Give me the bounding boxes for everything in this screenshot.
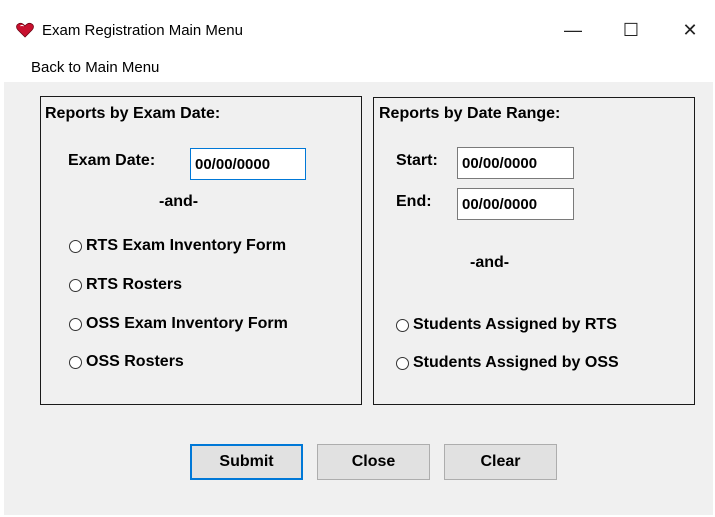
radio-circle-icon bbox=[69, 278, 82, 292]
close-window-button[interactable]: ✕ bbox=[667, 14, 713, 46]
radio-label: OSS Exam Inventory Form bbox=[86, 315, 288, 332]
exam-date-input[interactable] bbox=[190, 148, 306, 180]
heart-app-icon bbox=[16, 22, 34, 38]
radio-circle-icon bbox=[69, 239, 82, 253]
end-label: End: bbox=[396, 193, 432, 210]
exam-date-group: Reports by Exam Date: Exam Date: -and- R… bbox=[40, 96, 362, 405]
radio-circle-icon bbox=[396, 356, 409, 370]
radio-label: Students Assigned by RTS bbox=[413, 316, 617, 333]
radio-label: RTS Exam Inventory Form bbox=[86, 237, 287, 254]
radio-students-assigned-by-rts[interactable]: Students Assigned by RTS bbox=[396, 316, 617, 334]
radio-oss-rosters[interactable]: OSS Rosters bbox=[69, 353, 184, 371]
menu-item-back-to-main-menu[interactable]: Back to Main Menu bbox=[31, 59, 159, 76]
start-label: Start: bbox=[396, 152, 438, 169]
radio-oss-exam-inventory-form[interactable]: OSS Exam Inventory Form bbox=[69, 315, 288, 333]
radio-label: RTS Rosters bbox=[86, 276, 183, 293]
radio-label: Students Assigned by OSS bbox=[413, 354, 619, 371]
exam-date-group-title: Reports by Exam Date: bbox=[45, 105, 221, 122]
minimize-button[interactable]: — bbox=[550, 14, 596, 46]
clear-button[interactable]: Clear bbox=[444, 444, 557, 480]
start-date-input[interactable] bbox=[457, 147, 574, 179]
menu-bar: Back to Main Menu bbox=[0, 52, 715, 82]
radio-circle-icon bbox=[69, 317, 82, 331]
radio-circle-icon bbox=[69, 355, 82, 369]
radio-circle-icon bbox=[396, 318, 409, 332]
exam-date-label: Exam Date: bbox=[68, 152, 156, 169]
date-range-group: Reports by Date Range: Start: End: -and-… bbox=[373, 97, 695, 405]
radio-rts-exam-inventory-form[interactable]: RTS Exam Inventory Form bbox=[69, 237, 286, 255]
title-bar: Exam Registration Main Menu — ☐ ✕ bbox=[0, 0, 715, 52]
client-area: Reports by Exam Date: Exam Date: -and- R… bbox=[4, 82, 713, 515]
radio-rts-rosters[interactable]: RTS Rosters bbox=[69, 276, 182, 294]
submit-button[interactable]: Submit bbox=[190, 444, 303, 480]
date-range-and-label: -and- bbox=[470, 254, 510, 271]
radio-students-assigned-by-oss[interactable]: Students Assigned by OSS bbox=[396, 354, 619, 372]
date-range-group-title: Reports by Date Range: bbox=[379, 105, 561, 122]
radio-label: OSS Rosters bbox=[86, 353, 184, 370]
close-button[interactable]: Close bbox=[317, 444, 430, 480]
exam-date-and-label: -and- bbox=[159, 193, 199, 210]
end-date-input[interactable] bbox=[457, 188, 574, 220]
maximize-button[interactable]: ☐ bbox=[608, 14, 654, 46]
window-title: Exam Registration Main Menu bbox=[42, 22, 243, 39]
